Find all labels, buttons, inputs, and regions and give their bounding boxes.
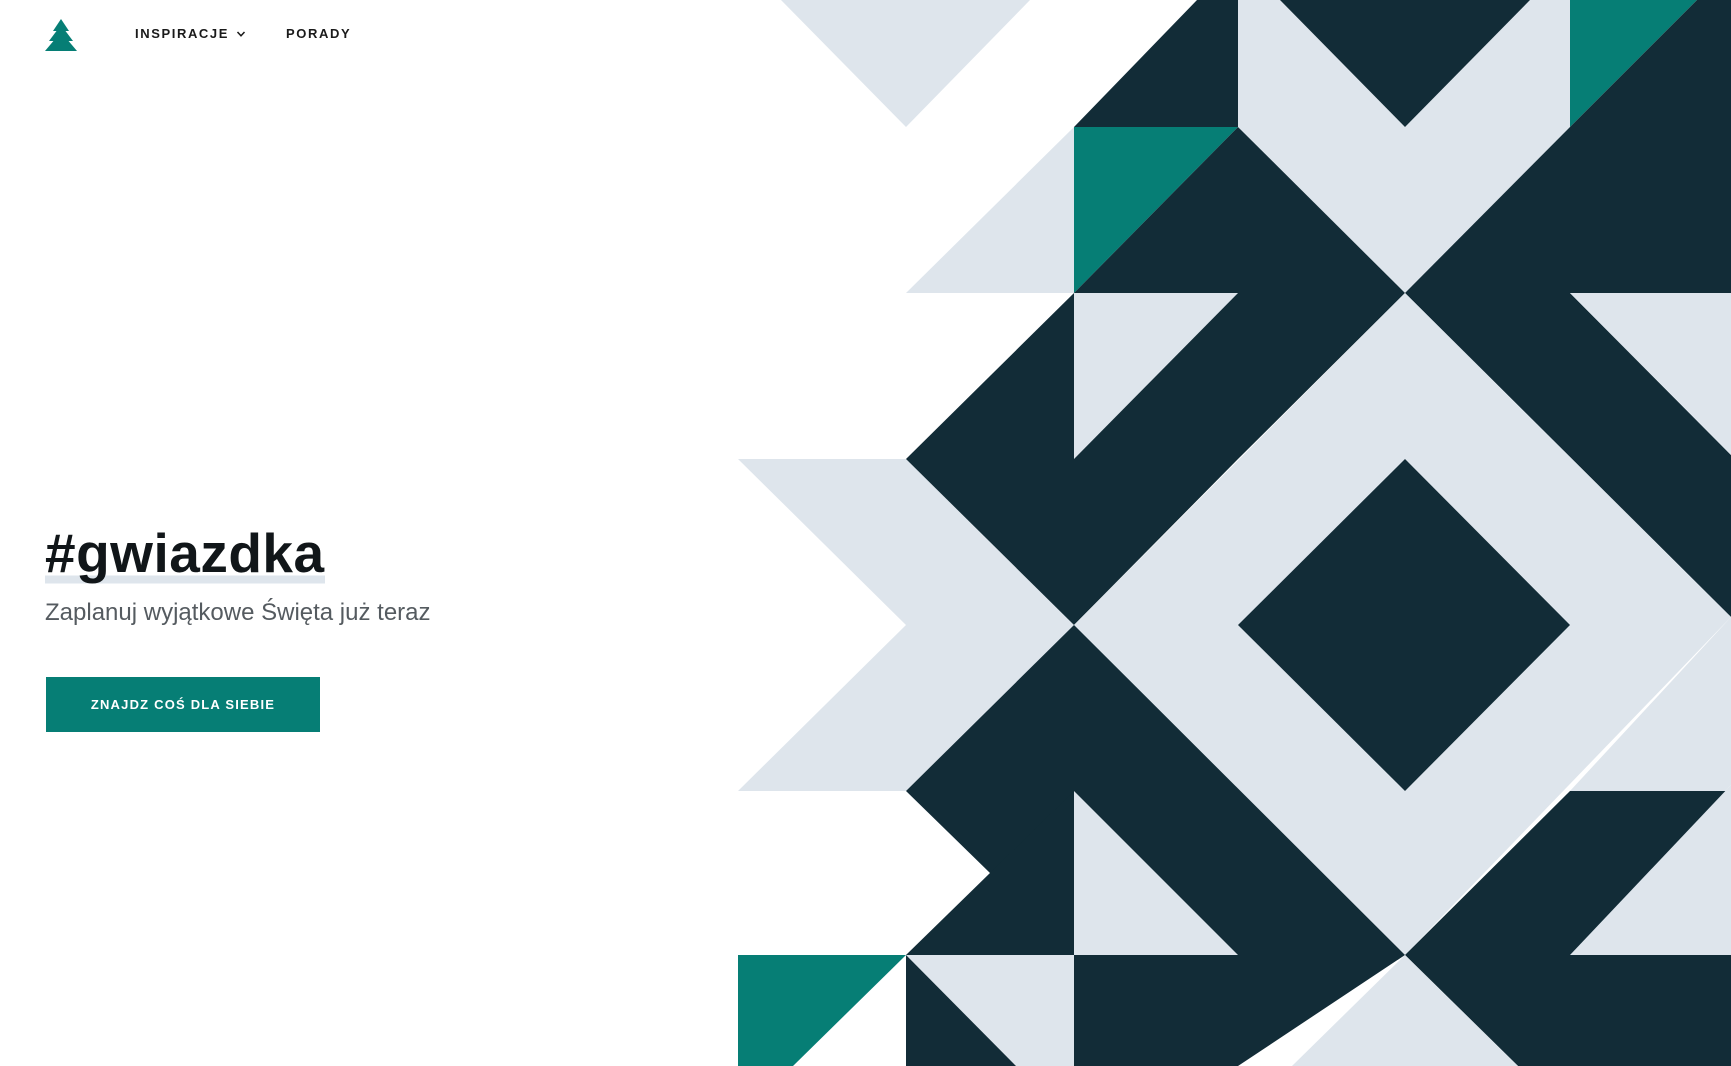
main-nav: INSPIRACJE PORADY [135, 26, 351, 42]
nav-item-porady[interactable]: PORADY [286, 26, 351, 42]
pattern-tile [1074, 0, 1238, 127]
hero: #gwiazdka Zaplanuj wyjątkowe Święta już … [45, 520, 685, 628]
pattern-tile [781, 0, 1030, 127]
nav-item-inspiracje[interactable]: INSPIRACJE [135, 26, 246, 42]
pattern-tile [906, 293, 1074, 459]
hero-subtitle: Zaplanuj wyjątkowe Święta już teraz [45, 599, 431, 626]
pattern-tile [738, 955, 906, 1066]
christmas-tree-icon[interactable] [44, 18, 78, 54]
chevron-down-icon [236, 31, 246, 37]
nav-item-label: PORADY [286, 26, 352, 41]
nav-item-label: INSPIRACJE [135, 26, 230, 41]
page: INSPIRACJE PORADY #gwiazdka Zaplanuj wyj… [0, 0, 1731, 1066]
cta-button[interactable]: ZNAJDZ COŚ DLA SIEBIE [46, 677, 320, 732]
pattern-tile [906, 127, 1074, 293]
hero-title: #gwiazdka [45, 520, 325, 586]
